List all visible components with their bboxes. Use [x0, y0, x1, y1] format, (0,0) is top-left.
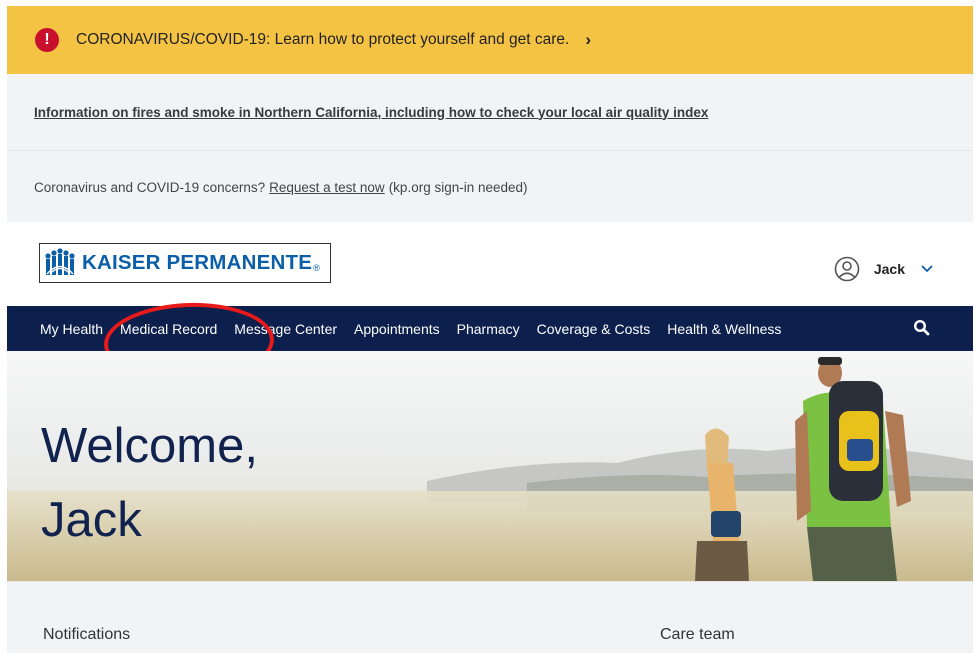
test-notice-prefix: Coronavirus and COVID-19 concerns?	[34, 179, 266, 195]
nav-medical-record[interactable]: Medical Record	[120, 321, 217, 337]
nav-my-health[interactable]: My Health	[40, 321, 103, 337]
fires-info-link[interactable]: Information on fires and smoke in Northe…	[34, 105, 708, 120]
main-nav: My Health Medical Record Message Center …	[7, 306, 973, 351]
hero-banner: Welcome, Jack	[7, 351, 973, 581]
nav-coverage-costs[interactable]: Coverage & Costs	[537, 321, 651, 337]
request-test-link[interactable]: Request a test now	[269, 180, 385, 195]
covid-banner-text[interactable]: CORONAVIRUS/COVID-19: Learn how to prote…	[76, 31, 569, 49]
nav-appointments[interactable]: Appointments	[354, 321, 440, 337]
nav-pharmacy[interactable]: Pharmacy	[457, 321, 520, 337]
nav-health-wellness[interactable]: Health & Wellness	[667, 321, 781, 337]
covid-banner[interactable]: ! CORONAVIRUS/COVID-19: Learn how to pro…	[7, 6, 973, 74]
site-header: KAISER PERMANENTE ® Jack	[7, 222, 973, 306]
logo-text: KAISER PERMANENTE	[82, 251, 313, 274]
dashboard-section-bar: Notifications Care team	[7, 581, 973, 653]
chevron-right-icon[interactable]: ›	[585, 30, 591, 50]
kaiser-logo[interactable]: KAISER PERMANENTE ®	[39, 243, 331, 283]
page-frame: ! CORONAVIRUS/COVID-19: Learn how to pro…	[7, 6, 973, 653]
welcome-heading: Welcome, Jack	[41, 409, 258, 557]
search-icon[interactable]	[913, 319, 931, 337]
test-notice: Coronavirus and COVID-19 concerns? Reque…	[7, 150, 973, 223]
chevron-down-icon[interactable]	[921, 265, 933, 273]
alert-circle-icon: !	[35, 28, 59, 52]
kaiser-people-icon	[45, 248, 75, 275]
welcome-user-name: Jack	[41, 493, 142, 547]
user-name[interactable]: Jack	[874, 261, 905, 277]
test-notice-suffix: (kp.org sign-in needed)	[388, 179, 528, 195]
user-avatar-icon	[834, 256, 860, 282]
nav-message-center[interactable]: Message Center	[234, 321, 337, 337]
notifications-heading: Notifications	[43, 626, 131, 643]
user-menu[interactable]: Jack	[834, 256, 933, 282]
logo-registered-mark: ®	[313, 263, 320, 273]
fires-notice: Information on fires and smoke in Northe…	[7, 74, 973, 150]
welcome-line: Welcome,	[41, 419, 258, 473]
care-team-heading: Care team	[660, 626, 735, 643]
